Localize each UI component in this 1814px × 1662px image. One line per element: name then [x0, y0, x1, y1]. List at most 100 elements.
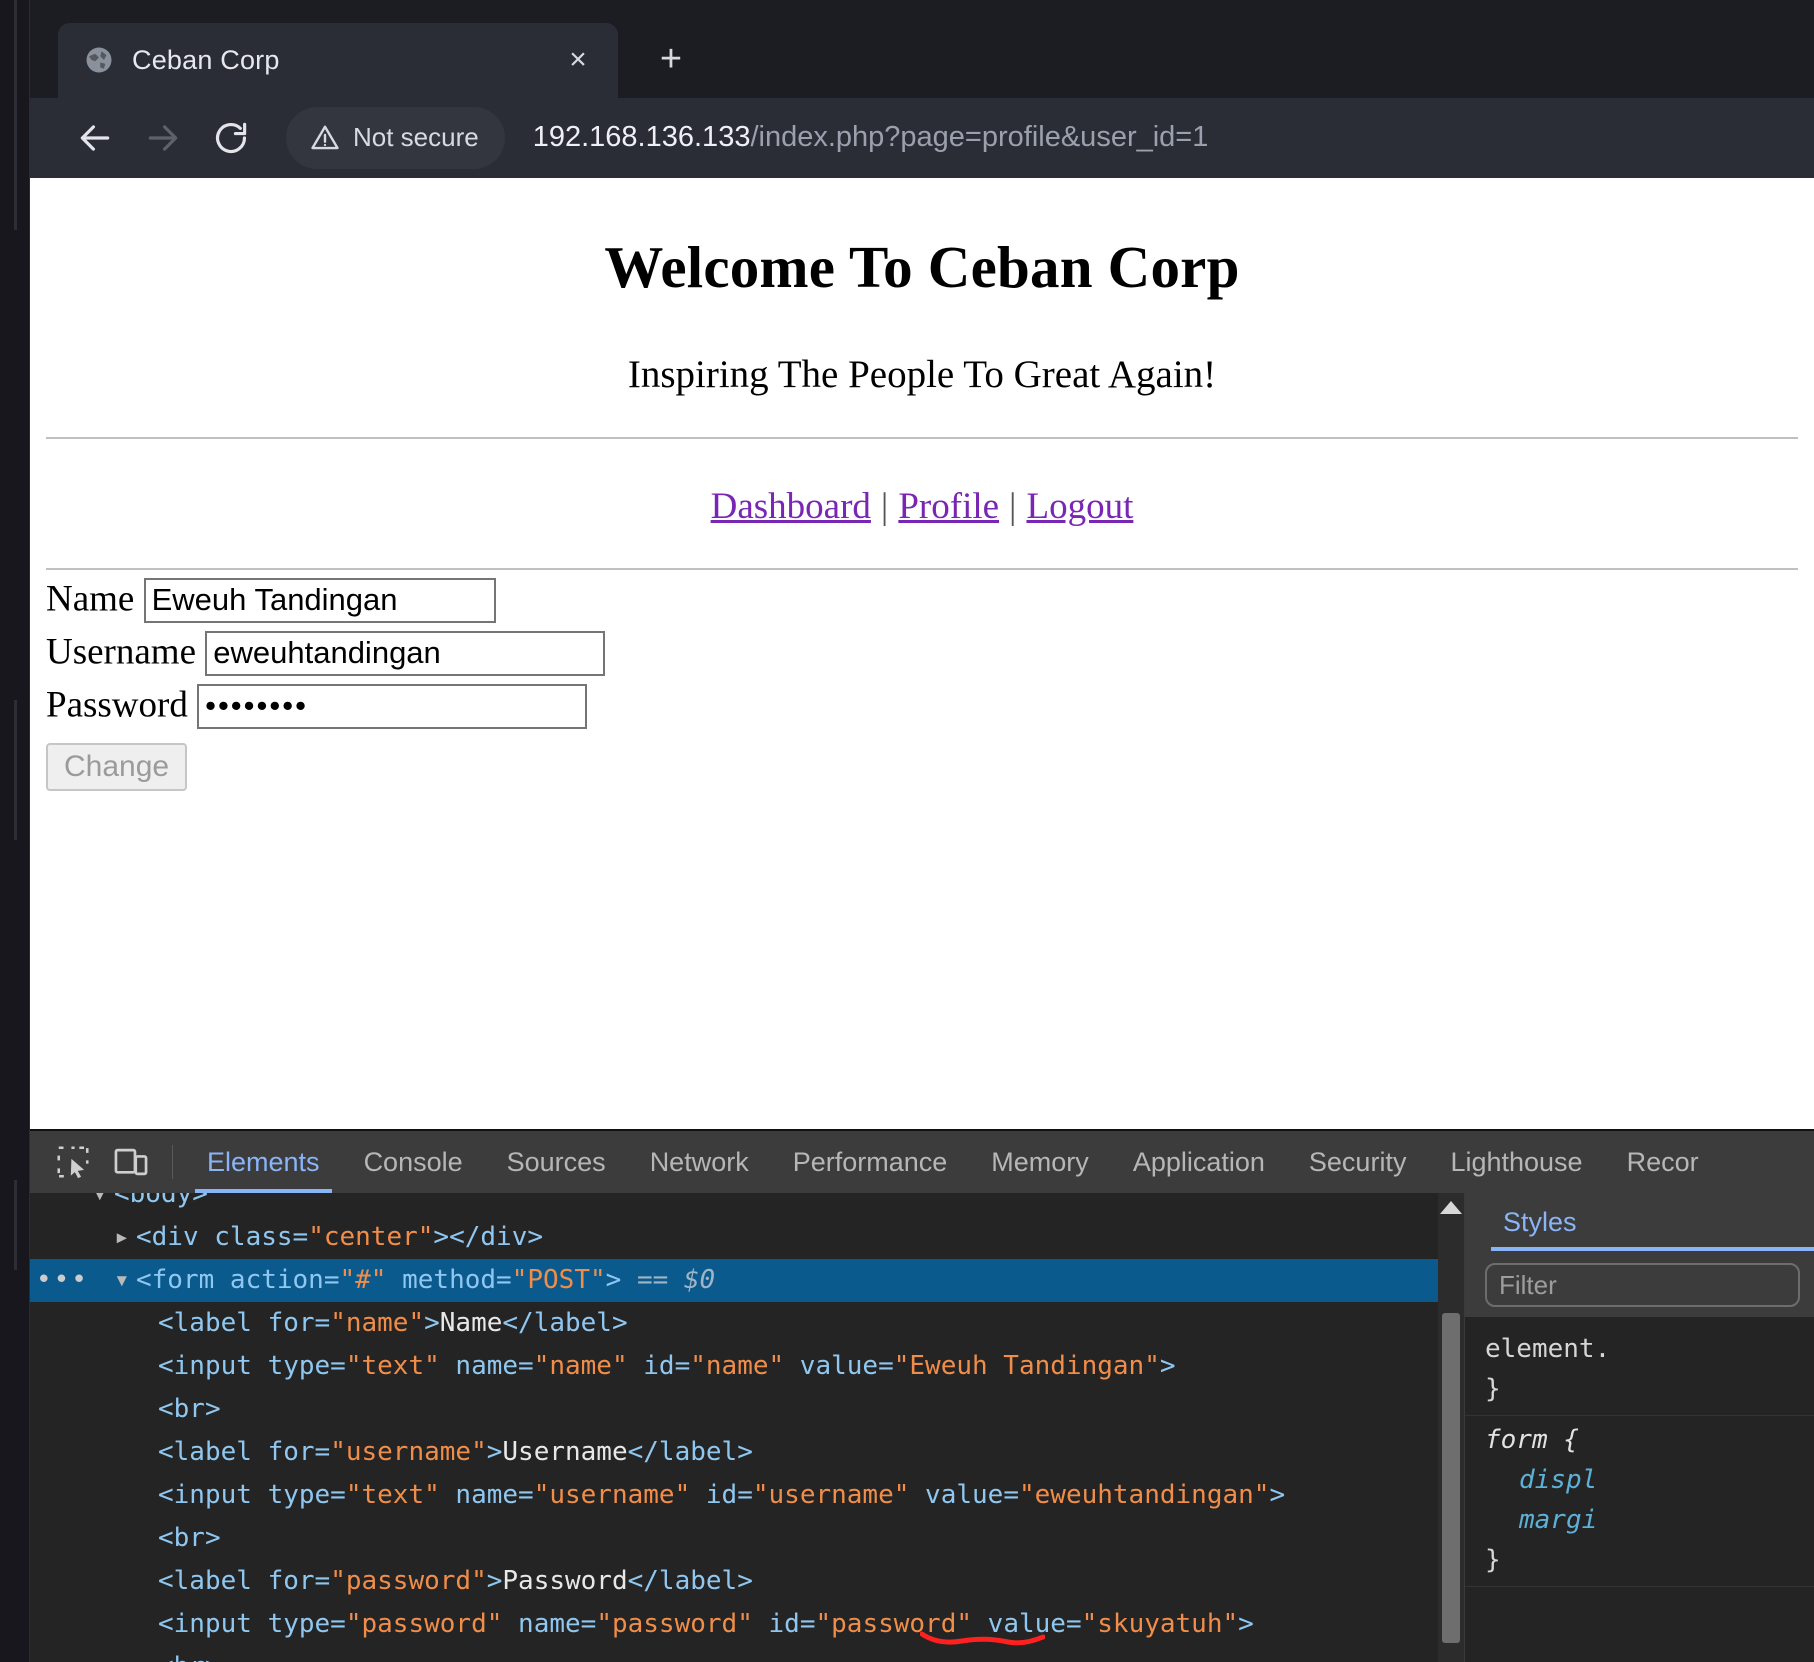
devtools-panel: Elements Console Sources Network Perform…: [30, 1129, 1814, 1662]
browser-tab-ceban-corp[interactable]: Ceban Corp ×: [58, 22, 618, 98]
dom-node-br[interactable]: <br>: [30, 1517, 1438, 1560]
tab-strip: Ceban Corp × +: [30, 0, 1814, 98]
tab-lighthouse[interactable]: Lighthouse: [1428, 1131, 1604, 1193]
new-tab-button[interactable]: +: [640, 28, 702, 90]
close-icon[interactable]: ×: [556, 38, 600, 82]
tab-security[interactable]: Security: [1287, 1131, 1429, 1193]
style-rule-form[interactable]: form { displ margi }: [1465, 1416, 1814, 1588]
dom-label-gt: >: [486, 1437, 503, 1468]
forward-button[interactable]: [132, 107, 194, 169]
dom-label-end: </label>: [627, 1437, 753, 1468]
dom-input-name-val: "username": [533, 1480, 691, 1511]
styles-filter-wrap: Filter: [1465, 1251, 1814, 1318]
tab-sources[interactable]: Sources: [485, 1131, 628, 1193]
dom-form-action: "#": [339, 1265, 387, 1296]
security-label: Not secure: [353, 122, 479, 153]
tab-memory[interactable]: Memory: [969, 1131, 1111, 1193]
tab-performance[interactable]: Performance: [771, 1131, 970, 1193]
device-toolbar-icon[interactable]: [102, 1131, 160, 1193]
scrollbar-thumb[interactable]: [1442, 1313, 1460, 1644]
name-label: Name: [46, 578, 135, 620]
dom-input-name-key: name=: [439, 1351, 534, 1382]
password-input[interactable]: [197, 683, 588, 729]
dom-node-form[interactable]: ••• ▾ <form action="#" method="POST"> == $…: [30, 1259, 1438, 1303]
dom-node-body[interactable]: ▾ <body>: [30, 1193, 1438, 1216]
inspect-element-icon[interactable]: [44, 1131, 102, 1193]
dom-node-input-name[interactable]: <input type="text" name="name" id="name"…: [30, 1345, 1438, 1388]
desktop-backdrop: Ceban Corp × + Not secure 192.168.136.13…: [0, 0, 1814, 1662]
scroll-up-icon[interactable]: [1440, 1201, 1462, 1215]
nav-link-dashboard[interactable]: Dashboard: [711, 486, 871, 527]
tab-elements[interactable]: Elements: [185, 1131, 342, 1194]
dom-label-open: <label for=: [158, 1437, 331, 1468]
dom-node-label-username[interactable]: <label for="username">Username</label>: [30, 1431, 1438, 1474]
dom-node-input-password[interactable]: <input type="password" name="password" i…: [30, 1603, 1438, 1646]
rule-property-display[interactable]: displ: [1485, 1460, 1814, 1500]
dom-input-id-key: id=: [752, 1609, 816, 1640]
dom-node-input-username[interactable]: <input type="text" name="username" id="u…: [30, 1474, 1438, 1517]
dom-form-open: <form action=: [136, 1265, 340, 1296]
url-text[interactable]: 192.168.136.133/index.php?page=profile&u…: [533, 121, 1209, 154]
page-header-center: Welcome To Ceban Corp Inspiring The Peop…: [30, 233, 1814, 570]
nav-link-logout[interactable]: Logout: [1026, 486, 1133, 527]
page-title: Welcome To Ceban Corp: [604, 233, 1240, 300]
style-rule-element[interactable]: element. }: [1465, 1325, 1814, 1417]
dom-input-name-val: "password": [596, 1609, 753, 1640]
dom-node-br[interactable]: <br>: [30, 1646, 1438, 1662]
dom-input-open: <input type=: [158, 1480, 346, 1511]
dom-div-close: ></div>: [433, 1222, 543, 1253]
dom-input-value-key: value=: [784, 1351, 894, 1382]
omnibox[interactable]: Not secure 192.168.136.133/index.php?pag…: [286, 106, 1794, 169]
dom-node-label-password[interactable]: <label for="password">Password</label>: [30, 1560, 1438, 1603]
dom-input-open: <input type=: [158, 1351, 346, 1382]
dom-input-id-key: id=: [627, 1351, 691, 1382]
header-divider: [46, 436, 1798, 439]
name-input[interactable]: [143, 577, 496, 623]
tab-application[interactable]: Application: [1111, 1131, 1287, 1193]
dom-label-gt: >: [486, 1566, 503, 1597]
dom-body-tag: <body>: [114, 1193, 208, 1210]
devtools-body: ▾ <body> ▸ <div class="center"></div> ••• ▾…: [30, 1193, 1814, 1662]
dom-br-tag: <br>: [158, 1394, 221, 1425]
tab-title: Ceban Corp: [132, 44, 280, 75]
dom-label-text: Name: [439, 1308, 503, 1339]
dom-label-for: "username": [330, 1437, 487, 1468]
username-input[interactable]: [205, 630, 606, 676]
dom-node-label-name[interactable]: <label for="name">Name</label>: [30, 1302, 1438, 1345]
change-button[interactable]: Change: [46, 742, 188, 791]
browser-window: Ceban Corp × + Not secure 192.168.136.13…: [30, 0, 1814, 1662]
dom-label-open: <label for=: [158, 1308, 331, 1339]
tab-network[interactable]: Network: [628, 1131, 771, 1193]
dom-input-value-val: "eweuhtandingan": [1018, 1480, 1270, 1511]
dom-input-type: "text": [345, 1351, 440, 1382]
back-button[interactable]: [64, 107, 126, 169]
site-security-chip[interactable]: Not secure: [286, 106, 505, 169]
window-left-edge: [0, 0, 30, 1662]
tab-recorder[interactable]: Recor: [1605, 1131, 1721, 1193]
dom-form-method-key: method=: [386, 1265, 512, 1296]
dom-input-name-key: name=: [502, 1609, 597, 1640]
dom-form-method: "POST": [511, 1265, 606, 1296]
rule-close-brace: }: [1485, 1374, 1501, 1405]
dom-tree[interactable]: ▾ <body> ▸ <div class="center"></div> ••• ▾…: [30, 1193, 1438, 1662]
dom-input-value-val: "Eweuh Tandingan": [893, 1351, 1160, 1382]
dom-node-br[interactable]: <br>: [30, 1388, 1438, 1431]
dom-label-text: Username: [502, 1437, 628, 1468]
nav-separator: |: [1009, 485, 1017, 527]
nav-link-profile[interactable]: Profile: [898, 486, 999, 527]
toolbar-divider: [172, 1145, 173, 1180]
dom-br-tag: <br>: [158, 1523, 221, 1554]
reload-button[interactable]: [200, 107, 262, 169]
node-menu-icon[interactable]: •••: [36, 1259, 89, 1302]
url-host: 192.168.136.133: [532, 121, 751, 154]
rule-property-margin[interactable]: margi: [1485, 1500, 1814, 1540]
dom-tree-scrollbar[interactable]: [1438, 1193, 1464, 1662]
dom-node-div-center[interactable]: ▸ <div class="center"></div>: [30, 1216, 1438, 1259]
tab-console[interactable]: Console: [342, 1131, 485, 1193]
tab-styles[interactable]: Styles: [1491, 1193, 1814, 1252]
styles-filter-input[interactable]: Filter: [1485, 1263, 1800, 1308]
globe-icon: [84, 45, 114, 75]
profile-form: Name Username Password Change: [30, 574, 1814, 791]
dom-label-for: "name": [330, 1308, 425, 1339]
dom-label-for: "password": [330, 1566, 487, 1597]
